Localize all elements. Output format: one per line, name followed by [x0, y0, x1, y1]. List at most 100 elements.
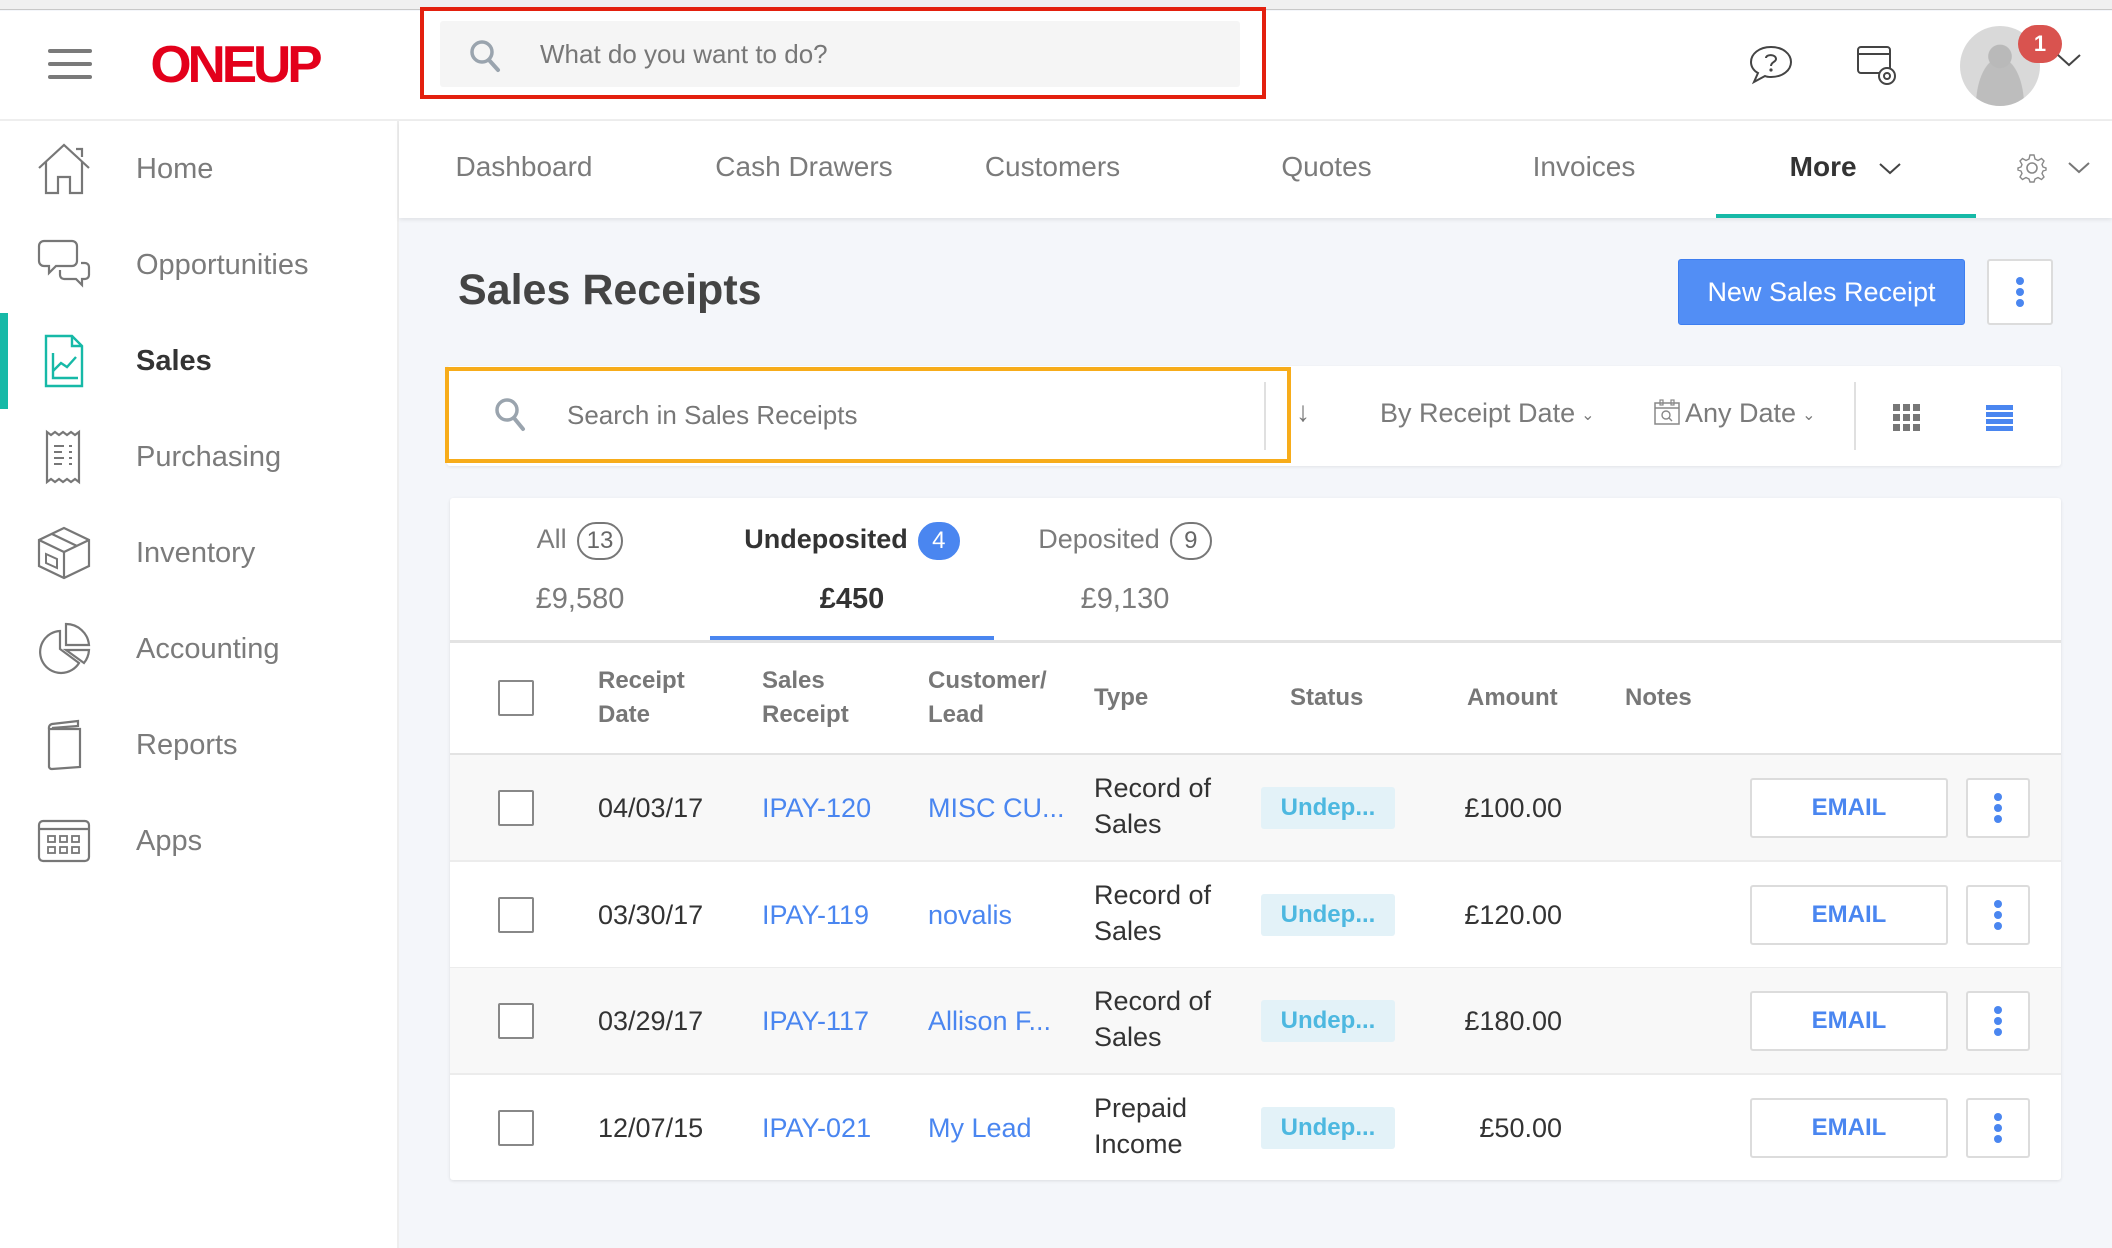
email-button[interactable]: EMAIL [1750, 778, 1948, 838]
sort-by-dropdown[interactable]: By Receipt Date ⌄ [1380, 398, 1595, 429]
tab-more-label: More [1789, 151, 1857, 182]
list-search-box[interactable] [449, 371, 1264, 459]
header-line: Receipt [598, 667, 685, 694]
row-checkbox[interactable] [498, 1003, 534, 1039]
header-line: Lead [928, 701, 985, 728]
toolbar-divider [1264, 382, 1266, 450]
sidebar-item-purchasing[interactable]: Purchasing [0, 409, 397, 505]
tab-quotes[interactable]: Quotes [1259, 121, 1394, 218]
sidebar-item-sales[interactable]: Sales [0, 313, 397, 409]
help-chat-icon[interactable] [1748, 44, 1794, 91]
column-header-customer-lead[interactable]: Customer/ Lead [928, 664, 1047, 732]
book-icon [36, 717, 92, 773]
box-icon [36, 525, 92, 581]
sales-receipt-link[interactable]: IPAY-117 [762, 1003, 869, 1039]
status-tab-deposited[interactable]: Deposited 9 £9,130 [1010, 498, 1240, 640]
customer-link[interactable]: novalis [928, 897, 1012, 933]
list-search-input[interactable] [567, 371, 1247, 459]
cell-type-line2: Sales [1094, 1022, 1162, 1052]
sidebar-item-opportunities[interactable]: Opportunities [0, 217, 397, 313]
tab-invoices[interactable]: Invoices [1519, 121, 1649, 218]
count-badge: 9 [1169, 522, 1212, 560]
kebab-icon [1994, 897, 2002, 933]
sidebar-item-inventory[interactable]: Inventory [0, 505, 397, 601]
status-badge: Undep... [1261, 1000, 1395, 1042]
sidebar-item-accounting[interactable]: Accounting [0, 601, 397, 697]
sales-receipt-link[interactable]: IPAY-120 [762, 790, 871, 826]
list-view-icon[interactable] [1986, 405, 2013, 431]
status-tab-all[interactable]: All 13 £9,580 [470, 498, 690, 640]
tab-cash-drawers[interactable]: Cash Drawers [699, 121, 909, 218]
new-sales-receipt-button[interactable]: New Sales Receipt [1678, 259, 1965, 325]
column-header-amount[interactable]: Amount [1467, 681, 1558, 715]
module-nav-bar: Dashboard Cash Drawers Customers Quotes … [399, 121, 2112, 218]
settings-chevron-down-icon[interactable] [2067, 161, 2091, 180]
chevron-down-icon[interactable] [2056, 52, 2082, 73]
cell-type-line1: Record of [1094, 986, 1212, 1016]
sales-receipt-link[interactable]: IPAY-021 [762, 1110, 871, 1146]
column-header-type[interactable]: Type [1094, 681, 1148, 715]
cell-type-line1: Record of [1094, 773, 1212, 803]
row-more-actions-button[interactable] [1966, 1098, 2030, 1158]
page-more-actions-button[interactable] [1987, 259, 2053, 325]
sidebar-item-reports[interactable]: Reports [0, 697, 397, 793]
customer-link[interactable]: MISC CU... [928, 790, 1065, 826]
caret-down-icon: ⌄ [1581, 406, 1595, 424]
customer-link[interactable]: Allison F... [928, 1003, 1051, 1039]
hamburger-menu-icon[interactable] [48, 49, 92, 81]
email-button[interactable]: EMAIL [1750, 885, 1948, 945]
customer-link[interactable]: My Lead [928, 1110, 1032, 1146]
sales-receipt-link[interactable]: IPAY-119 [762, 897, 869, 933]
sidebar-item-home[interactable]: Home [0, 121, 397, 217]
count-badge: 4 [917, 522, 960, 560]
status-tab-label: Undeposited [744, 524, 908, 555]
sort-direction-icon[interactable]: ↓ [1296, 396, 1310, 428]
email-button[interactable]: EMAIL [1750, 991, 1948, 1051]
sidebar-item-label: Reports [136, 729, 238, 761]
select-all-checkbox[interactable] [498, 680, 534, 716]
kebab-icon [1994, 1110, 2002, 1146]
sidebar: Home Opportunities Sales Purchasing Inve… [0, 121, 399, 1248]
gear-icon[interactable] [2017, 153, 2047, 188]
date-filter-dropdown[interactable]: Any Date ⌄ [1653, 398, 1815, 429]
home-icon [36, 141, 92, 197]
cell-receipt-date: 03/29/17 [598, 1006, 704, 1036]
search-icon [468, 38, 504, 79]
tab-customers[interactable]: Customers [960, 121, 1145, 218]
cell-type-line2: Sales [1094, 916, 1162, 946]
tab-more[interactable]: More [1716, 121, 1976, 218]
email-button[interactable]: EMAIL [1750, 1098, 1948, 1158]
row-more-actions-button[interactable] [1966, 778, 2030, 838]
column-header-sales-receipt[interactable]: Sales Receipt [762, 664, 849, 732]
header-line: Date [598, 701, 651, 728]
cell-receipt-date: 04/03/17 [598, 793, 704, 823]
row-checkbox[interactable] [498, 897, 534, 933]
apps-grid-icon [36, 813, 92, 869]
grid-view-icon[interactable] [1893, 404, 1920, 431]
tabs-divider [450, 640, 2061, 643]
settings-window-icon[interactable] [1856, 45, 1898, 92]
global-search-input[interactable] [540, 21, 1220, 87]
cell-receipt-date: 12/07/15 [598, 1113, 704, 1143]
column-header-receipt-date[interactable]: Receipt Date [598, 664, 685, 732]
status-tab-undeposited[interactable]: Undeposited 4 £450 [710, 498, 994, 640]
status-badge: Undep... [1261, 1107, 1395, 1149]
column-header-notes[interactable]: Notes [1625, 681, 1692, 715]
tab-dashboard[interactable]: Dashboard [439, 121, 609, 218]
calendar-search-icon [1654, 399, 1680, 425]
row-more-actions-button[interactable] [1966, 991, 2030, 1051]
row-checkbox[interactable] [498, 790, 534, 826]
brand-logo[interactable]: ONEUP [150, 39, 322, 91]
pie-chart-icon [36, 621, 92, 677]
cell-type-line2: Sales [1094, 809, 1162, 839]
column-header-status[interactable]: Status [1290, 681, 1363, 715]
count-badge: 13 [576, 522, 624, 560]
cell-amount: £50.00 [1479, 1113, 1562, 1143]
row-more-actions-button[interactable] [1966, 885, 2030, 945]
kebab-icon [2016, 274, 2024, 310]
row-checkbox[interactable] [498, 1110, 534, 1146]
sales-chart-document-icon [36, 333, 92, 389]
status-tab-label: Deposited [1038, 524, 1160, 555]
global-search-box[interactable] [440, 21, 1240, 87]
sidebar-item-apps[interactable]: Apps [0, 793, 397, 889]
